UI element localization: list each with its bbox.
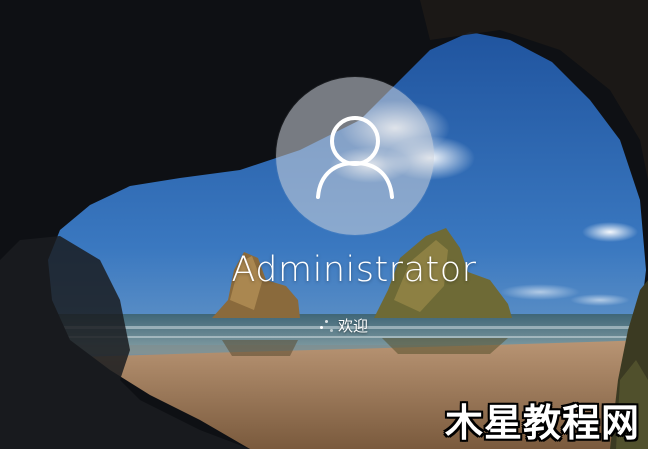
site-watermark: 木星教程网 xyxy=(444,401,640,445)
sign-in-status: 欢迎 xyxy=(312,314,368,336)
user-avatar[interactable] xyxy=(276,77,434,235)
status-text: 欢迎 xyxy=(338,316,369,335)
user-icon xyxy=(316,116,394,199)
username-label: Administrator xyxy=(231,250,477,290)
loading-spinner-icon xyxy=(312,314,338,336)
lock-screen: Administrator 欢迎 木星教程网 xyxy=(0,0,648,449)
